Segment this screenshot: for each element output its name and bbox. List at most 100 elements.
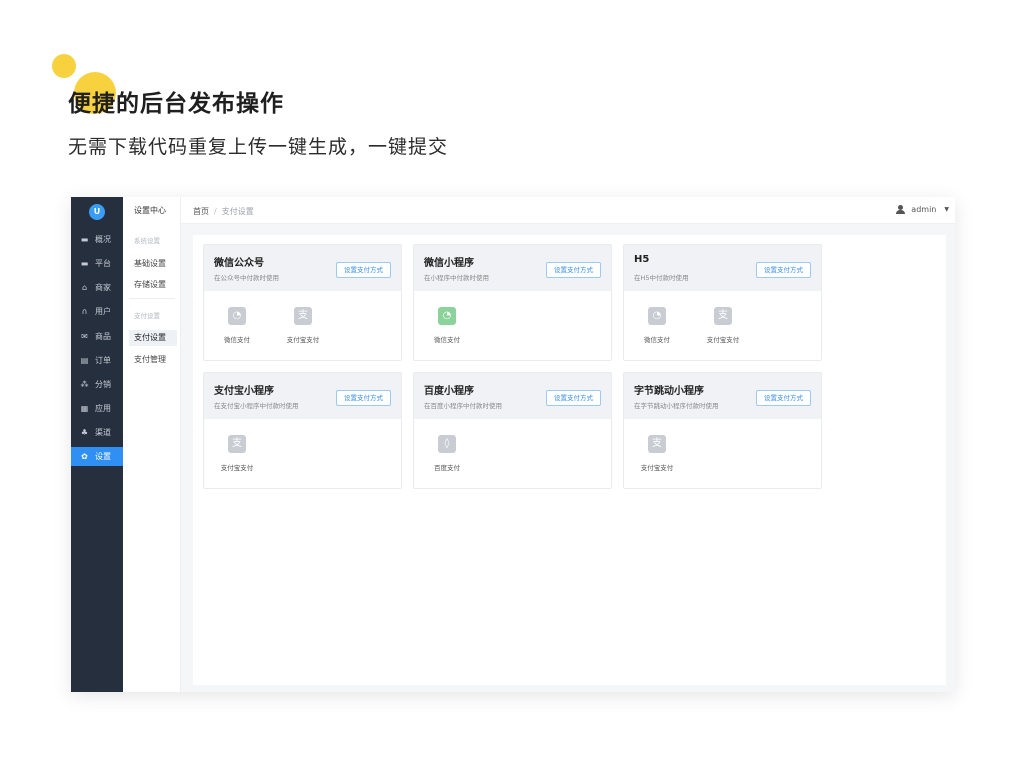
set-payment-method-button[interactable]: 设置支付方式 [546,390,601,406]
breadcrumb-separator: / [214,207,217,216]
card-title: 支付宝小程序 [214,386,274,397]
card-header: 百度小程序 在百度小程序中付款时使用 设置支付方式 [414,373,611,419]
card-description: 在百度小程序中付款时使用 [424,402,502,410]
card-description: 在公众号中付款时使用 [214,274,279,282]
payment-option-label: 微信支付 [434,336,460,344]
card-title: 字节跳动小程序 [634,386,704,397]
sidebar-item-merchant[interactable]: ⌂ 商家 [71,278,123,297]
card-title: 百度小程序 [424,386,474,397]
breadcrumb: 首页 / 支付设置 [193,206,254,217]
set-payment-method-button[interactable]: 设置支付方式 [336,262,391,278]
sidebar-item-settings[interactable]: ✿ 设置 [71,447,123,466]
sidebar-item-orders[interactable]: ▤ 订单 [71,351,123,370]
card-description: 在支付宝小程序中付款时使用 [214,402,299,410]
payment-option[interactable]: 支 支付宝支付 [278,307,328,344]
sidebar-item-overview[interactable]: ▬ 概况 [71,230,123,249]
payment-option[interactable]: 支 支付宝支付 [212,435,262,472]
card-title: 微信小程序 [424,258,474,269]
card-description: 在H5中付款时使用 [634,274,689,282]
decor-dot-small [52,54,76,78]
alipay-icon: 支 [228,435,246,453]
subnav-item-storage[interactable]: 存储设置 [134,279,166,290]
payment-card-h5: H5 在H5中付款时使用 设置支付方式 ◔ 微信支付 支 支付宝支付 [623,244,822,361]
sidebar-item-label: 应用 [95,404,111,413]
sidebar-item-label: 用户 [95,307,111,316]
payment-option[interactable]: 支 支付宝支付 [698,307,748,344]
sidebar-item-label: 商品 [95,332,111,341]
sidebar-item-distribution[interactable]: ⁂ 分销 [71,375,123,394]
network-icon: ⁂ [80,380,89,389]
main-sidebar: U ▬ 概况 ▬ 平台 ⌂ 商家 ∩ 用户 ✉ 商品 ▤ 订单 ⁂ 分销 ▦ 应… [71,197,123,692]
sidebar-item-platform[interactable]: ▬ 平台 [71,254,123,273]
card-title: H5 [634,254,650,265]
hero-subtitle: 无需下载代码重复上传一键生成，一键提交 [68,136,449,158]
alipay-icon: 支 [648,435,666,453]
payment-card-alipay-miniprogram: 支付宝小程序 在支付宝小程序中付款时使用 设置支付方式 支 支付宝支付 [203,372,402,489]
main-content: 微信公众号 在公众号中付款时使用 设置支付方式 ◔ 微信支付 支 支付宝支付 微… [193,235,946,685]
sidebar-item-apps[interactable]: ▦ 应用 [71,399,123,418]
clipboard-icon: ▤ [80,356,89,365]
payment-option[interactable]: ◔ 微信支付 [212,307,262,344]
subnav-item-payment-settings[interactable]: 支付设置 [129,330,177,346]
headset-icon: ∩ [81,307,88,316]
app-logo[interactable]: U [89,204,105,220]
wechat-pay-icon: ◔ [648,307,666,325]
payment-card-baidu-miniprogram: 百度小程序 在百度小程序中付款时使用 设置支付方式 ◊ 百度支付 [413,372,612,489]
payment-option-label: 微信支付 [644,336,670,344]
sidebar-item-label: 平台 [95,259,111,268]
admin-window: U ▬ 概况 ▬ 平台 ⌂ 商家 ∩ 用户 ✉ 商品 ▤ 订单 ⁂ 分销 ▦ 应… [71,197,955,692]
set-payment-method-button[interactable]: 设置支付方式 [336,390,391,406]
payment-option-label: 支付宝支付 [706,336,740,344]
alipay-icon: 支 [294,307,312,325]
payment-card-bytedance-miniprogram: 字节跳动小程序 在字节跳动小程序付款时使用 设置支付方式 支 支付宝支付 [623,372,822,489]
payment-option[interactable]: ◊ 百度支付 [422,435,472,472]
sidebar-item-label: 概况 [95,235,111,244]
sidebar-item-users[interactable]: ∩ 用户 [71,302,123,321]
payment-option-label: 百度支付 [434,464,460,472]
set-payment-method-button[interactable]: 设置支付方式 [756,262,811,278]
card-title: 微信公众号 [214,258,264,269]
card-header: 微信公众号 在公众号中付款时使用 设置支付方式 [204,245,401,291]
payment-card-wechat-official: 微信公众号 在公众号中付款时使用 设置支付方式 ◔ 微信支付 支 支付宝支付 [203,244,402,361]
mail-icon: ✉ [81,332,88,341]
grid-icon: ▦ [80,404,89,413]
set-payment-method-button[interactable]: 设置支付方式 [546,262,601,278]
settings-subnav: 设置中心 系统设置 基础设置 存储设置 支付设置 支付设置 支付管理 [123,197,181,692]
sidebar-item-products[interactable]: ✉ 商品 [71,327,123,346]
sidebar-item-channels[interactable]: ♣ 渠道 [71,423,123,442]
sidebar-item-label: 订单 [95,356,111,365]
payment-option-label: 支付宝支付 [640,464,674,472]
payment-card-wechat-miniprogram: 微信小程序 在小程序中付款时使用 设置支付方式 ◔ 微信支付 [413,244,612,361]
hero-title: 便捷的后台发布操作 [68,91,284,117]
subnav-item-basic[interactable]: 基础设置 [134,258,166,269]
payment-option[interactable]: ◔ 微信支付 [422,307,472,344]
sidebar-item-label: 设置 [95,452,111,461]
sidebar-item-label: 分销 [95,380,111,389]
subnav-group-payment: 支付设置 [134,312,160,320]
desktop-icon: ▬ [80,259,89,268]
breadcrumb-current: 支付设置 [221,207,254,216]
wechat-pay-icon: ◔ [438,307,456,325]
user-menu[interactable]: admin ▼ [896,205,949,214]
cluster-icon: ♣ [80,428,89,437]
payment-option-label: 支付宝支付 [220,464,254,472]
alipay-icon: 支 [714,307,732,325]
chevron-down-icon: ▼ [944,206,949,213]
subnav-group-system: 系统设置 [134,237,160,245]
gear-icon: ✿ [81,452,88,461]
payment-option-label: 支付宝支付 [286,336,320,344]
card-header: 微信小程序 在小程序中付款时使用 设置支付方式 [414,245,611,291]
breadcrumb-home[interactable]: 首页 [193,207,209,216]
set-payment-method-button[interactable]: 设置支付方式 [756,390,811,406]
baidu-pay-icon: ◊ [438,435,456,453]
store-icon: ⌂ [81,283,88,292]
payment-option[interactable]: ◔ 微信支付 [632,307,682,344]
payment-option-label: 微信支付 [224,336,250,344]
card-description: 在字节跳动小程序付款时使用 [634,402,719,410]
top-bar: 首页 / 支付设置 admin ▼ [181,197,955,224]
hero-section: 便捷的后台发布操作 无需下载代码重复上传一键生成，一键提交 [0,0,1024,190]
subnav-item-payment-management[interactable]: 支付管理 [134,354,166,365]
payment-option[interactable]: 支 支付宝支付 [632,435,682,472]
username: admin [911,205,937,214]
subnav-title: 设置中心 [134,206,166,215]
